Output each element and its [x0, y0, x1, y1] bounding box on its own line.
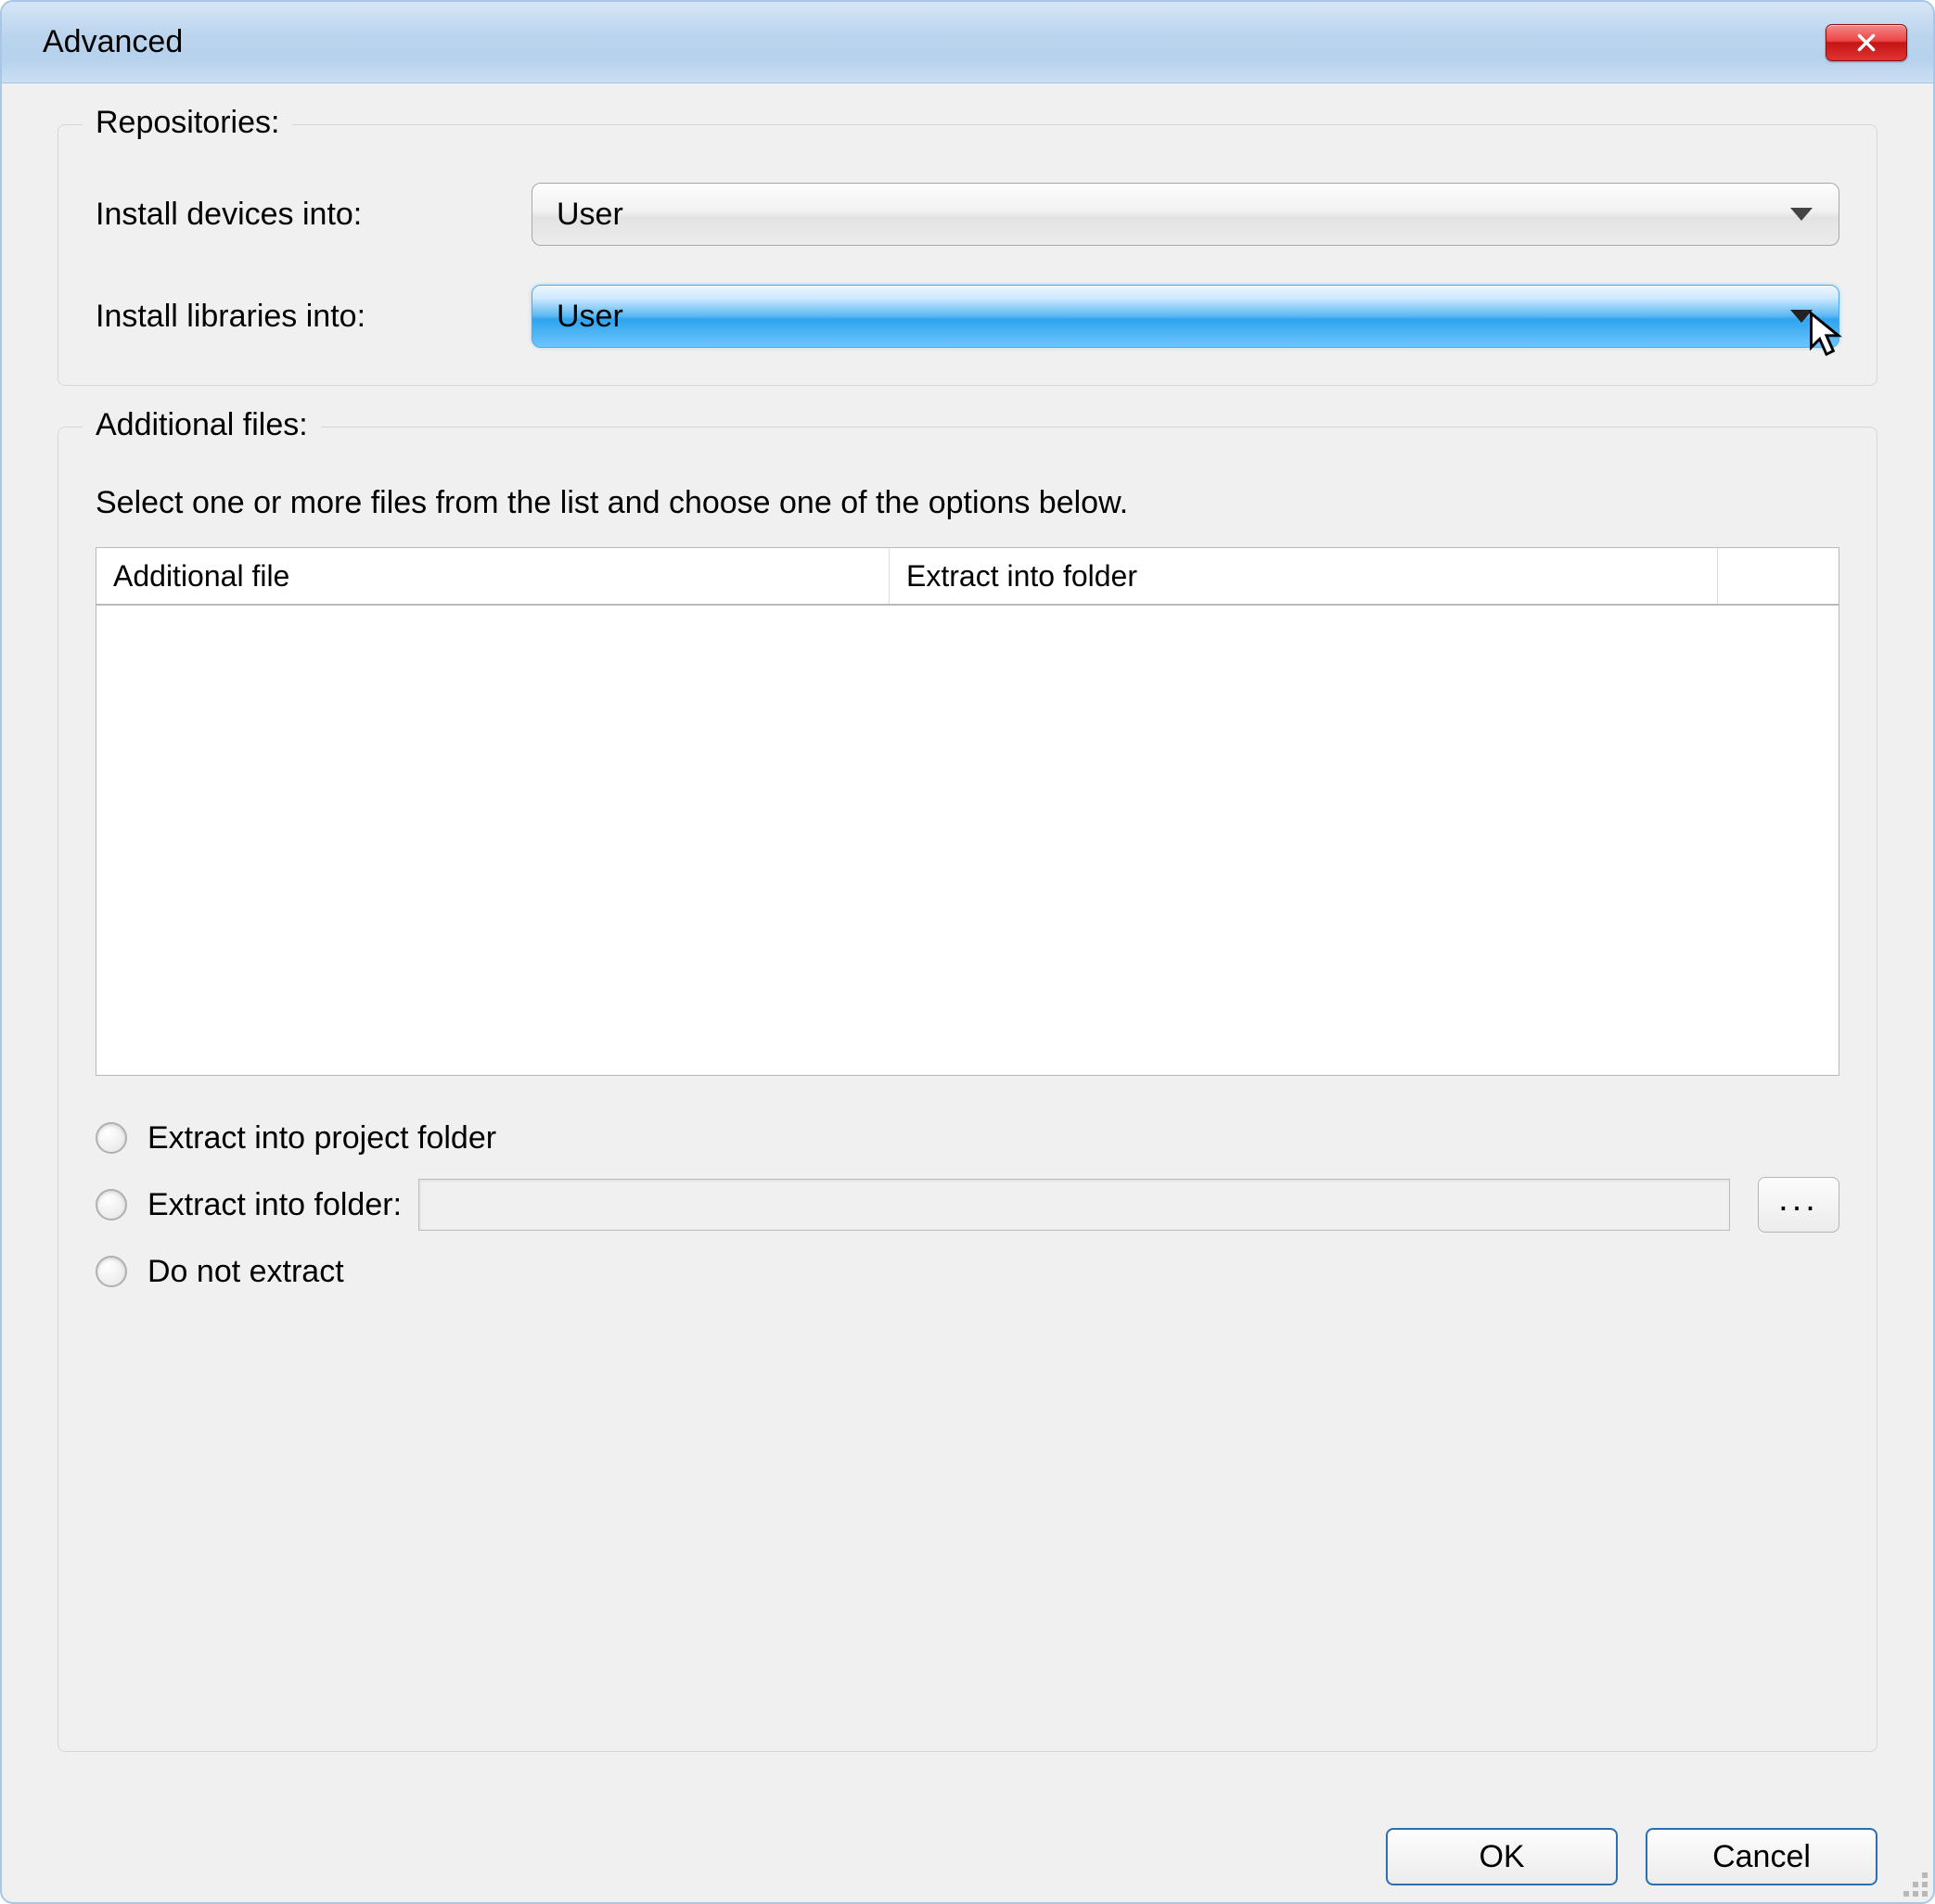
window-title: Advanced: [43, 24, 183, 60]
option-extract-project[interactable]: Extract into project folder: [96, 1109, 1839, 1167]
install-libraries-dropdown[interactable]: User: [532, 285, 1839, 348]
ok-button[interactable]: OK: [1386, 1828, 1618, 1885]
additional-files-table[interactable]: Additional file Extract into folder: [96, 547, 1839, 1076]
radio-icon: [96, 1256, 127, 1287]
option-extract-project-label: Extract into project folder: [147, 1120, 496, 1156]
radio-icon: [96, 1122, 127, 1154]
install-libraries-value: User: [557, 299, 623, 335]
content-area: Repositories: Install devices into: User…: [2, 83, 1933, 1811]
radio-icon: [96, 1189, 127, 1220]
column-additional-file[interactable]: Additional file: [96, 548, 890, 604]
browse-button-label: ...: [1778, 1180, 1819, 1220]
install-devices-row: Install devices into: User: [96, 183, 1839, 246]
titlebar: Advanced: [2, 2, 1933, 83]
browse-button[interactable]: ...: [1758, 1177, 1839, 1233]
column-extract-folder[interactable]: Extract into folder: [890, 548, 1718, 604]
install-libraries-row: Install libraries into: User: [96, 285, 1839, 348]
option-do-not-extract[interactable]: Do not extract: [96, 1243, 1839, 1300]
install-devices-label: Install devices into:: [96, 197, 532, 233]
additional-files-group: Additional files: Select one or more fil…: [58, 427, 1877, 1752]
table-header: Additional file Extract into folder: [96, 548, 1839, 606]
install-libraries-label: Install libraries into:: [96, 299, 532, 335]
resize-grip[interactable]: [1894, 1863, 1928, 1897]
dialog-footer: OK Cancel: [2, 1811, 1933, 1902]
advanced-dialog: Advanced Repositories: Install devices i…: [0, 0, 1935, 1904]
additional-files-instruction: Select one or more files from the list a…: [96, 485, 1839, 521]
chevron-down-icon: [1790, 310, 1813, 323]
close-button[interactable]: [1826, 24, 1907, 61]
table-body[interactable]: [96, 606, 1839, 1075]
repositories-group: Repositories: Install devices into: User…: [58, 124, 1877, 386]
option-do-not-extract-label: Do not extract: [147, 1254, 344, 1290]
column-spacer: [1718, 548, 1839, 604]
close-icon: [1854, 31, 1878, 55]
option-extract-folder[interactable]: Extract into folder: ...: [96, 1176, 1839, 1233]
extract-folder-input[interactable]: [418, 1179, 1730, 1231]
repositories-legend: Repositories:: [83, 105, 292, 141]
chevron-down-icon: [1790, 208, 1813, 221]
cancel-button-label: Cancel: [1712, 1839, 1811, 1875]
cancel-button[interactable]: Cancel: [1646, 1828, 1877, 1885]
install-devices-value: User: [557, 197, 623, 233]
ok-button-label: OK: [1479, 1839, 1524, 1875]
additional-files-legend: Additional files:: [83, 407, 321, 443]
option-extract-folder-label: Extract into folder:: [147, 1187, 402, 1223]
install-devices-dropdown[interactable]: User: [532, 183, 1839, 246]
